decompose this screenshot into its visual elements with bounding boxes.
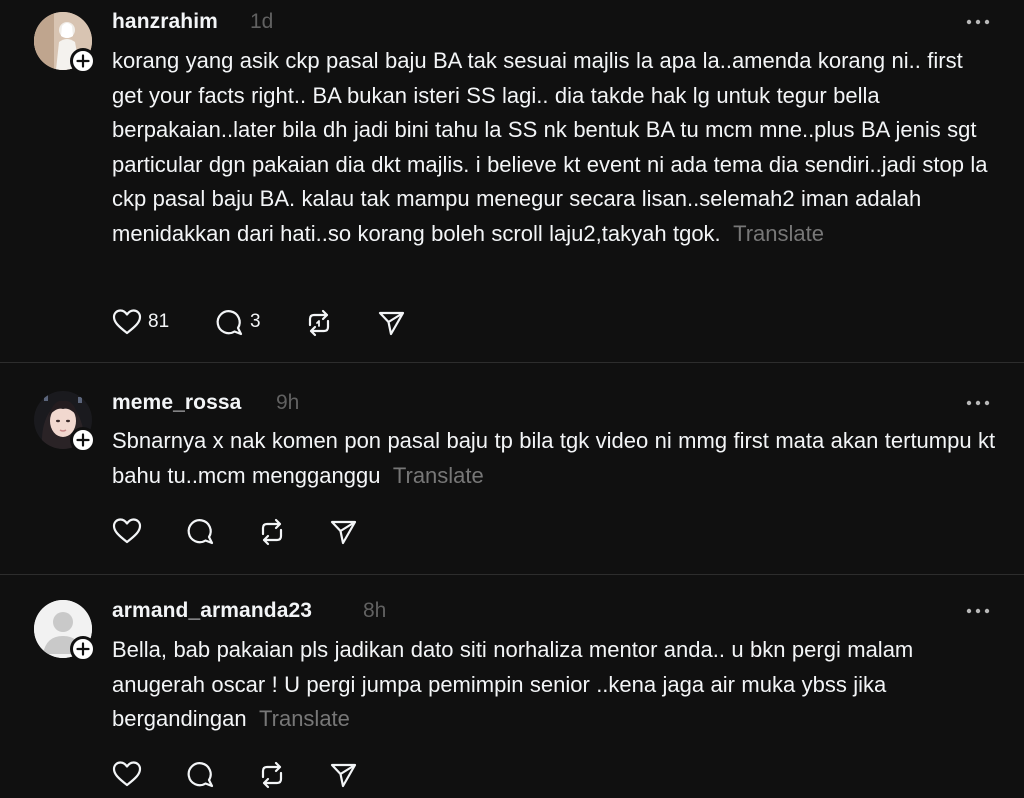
translate-link[interactable]: Translate xyxy=(259,706,350,731)
send-icon xyxy=(330,763,357,788)
translate-link[interactable]: Translate xyxy=(393,463,484,488)
post-actions xyxy=(112,758,372,792)
post-time: 8h xyxy=(363,599,387,622)
username[interactable]: armand_armanda23 xyxy=(112,599,312,623)
avatar-meme-rossa[interactable] xyxy=(34,391,96,453)
reply-button[interactable] xyxy=(185,515,215,549)
like-button[interactable] xyxy=(112,758,142,792)
username[interactable]: hanzrahim xyxy=(112,10,218,34)
more-dots-icon xyxy=(966,19,990,25)
repost-button[interactable] xyxy=(304,306,334,340)
post-actions xyxy=(112,515,372,549)
like-button[interactable]: 81 xyxy=(112,306,172,340)
share-button[interactable] xyxy=(328,758,358,792)
more-dots-icon xyxy=(966,608,990,614)
post-divider xyxy=(0,362,1024,363)
heart-icon xyxy=(112,761,142,787)
username[interactable]: meme_rossa xyxy=(112,391,241,415)
reply-button[interactable]: 3 xyxy=(214,306,274,340)
repost-icon xyxy=(261,518,283,546)
translate-link[interactable]: Translate xyxy=(733,221,824,246)
reply-count: 3 xyxy=(250,311,261,332)
comment-bubble-icon xyxy=(187,519,214,545)
post-time: 9h xyxy=(276,391,300,414)
follow-button[interactable] xyxy=(70,48,96,74)
like-button[interactable] xyxy=(112,515,142,549)
more-options-button[interactable] xyxy=(962,15,994,29)
send-icon xyxy=(378,311,405,336)
post-actions: 81 3 xyxy=(112,306,412,340)
avatar-hanzrahim[interactable] xyxy=(34,12,96,74)
more-dots-icon xyxy=(966,400,990,406)
avatar-armand-armanda23[interactable] xyxy=(34,600,96,662)
post-time: 1d xyxy=(250,10,274,33)
repost-button[interactable] xyxy=(257,515,287,549)
post-text: Sbnarnya x nak komen pon pasal baju tp b… xyxy=(112,428,1002,488)
follow-button[interactable] xyxy=(70,636,96,662)
share-button[interactable] xyxy=(328,515,358,549)
plus-icon xyxy=(76,433,90,447)
comment-bubble-icon xyxy=(216,310,243,336)
plus-icon xyxy=(76,642,90,656)
post-divider xyxy=(0,574,1024,575)
heart-icon xyxy=(112,518,142,544)
send-icon xyxy=(330,520,357,545)
share-button[interactable] xyxy=(376,306,406,340)
repost-button[interactable] xyxy=(257,758,287,792)
more-options-button[interactable] xyxy=(962,604,994,618)
comment-bubble-icon xyxy=(187,762,214,788)
post-text: Bella, bab pakaian pls jadikan dato siti… xyxy=(112,637,920,731)
plus-icon xyxy=(76,54,90,68)
reply-button[interactable] xyxy=(185,758,215,792)
repost-icon xyxy=(261,761,283,789)
heart-icon xyxy=(112,309,142,335)
repost-icon xyxy=(308,309,330,337)
post-text: korang yang asik ckp pasal baju BA tak s… xyxy=(112,48,994,246)
follow-button[interactable] xyxy=(70,427,96,453)
like-count: 81 xyxy=(148,311,170,332)
more-options-button[interactable] xyxy=(962,396,994,410)
